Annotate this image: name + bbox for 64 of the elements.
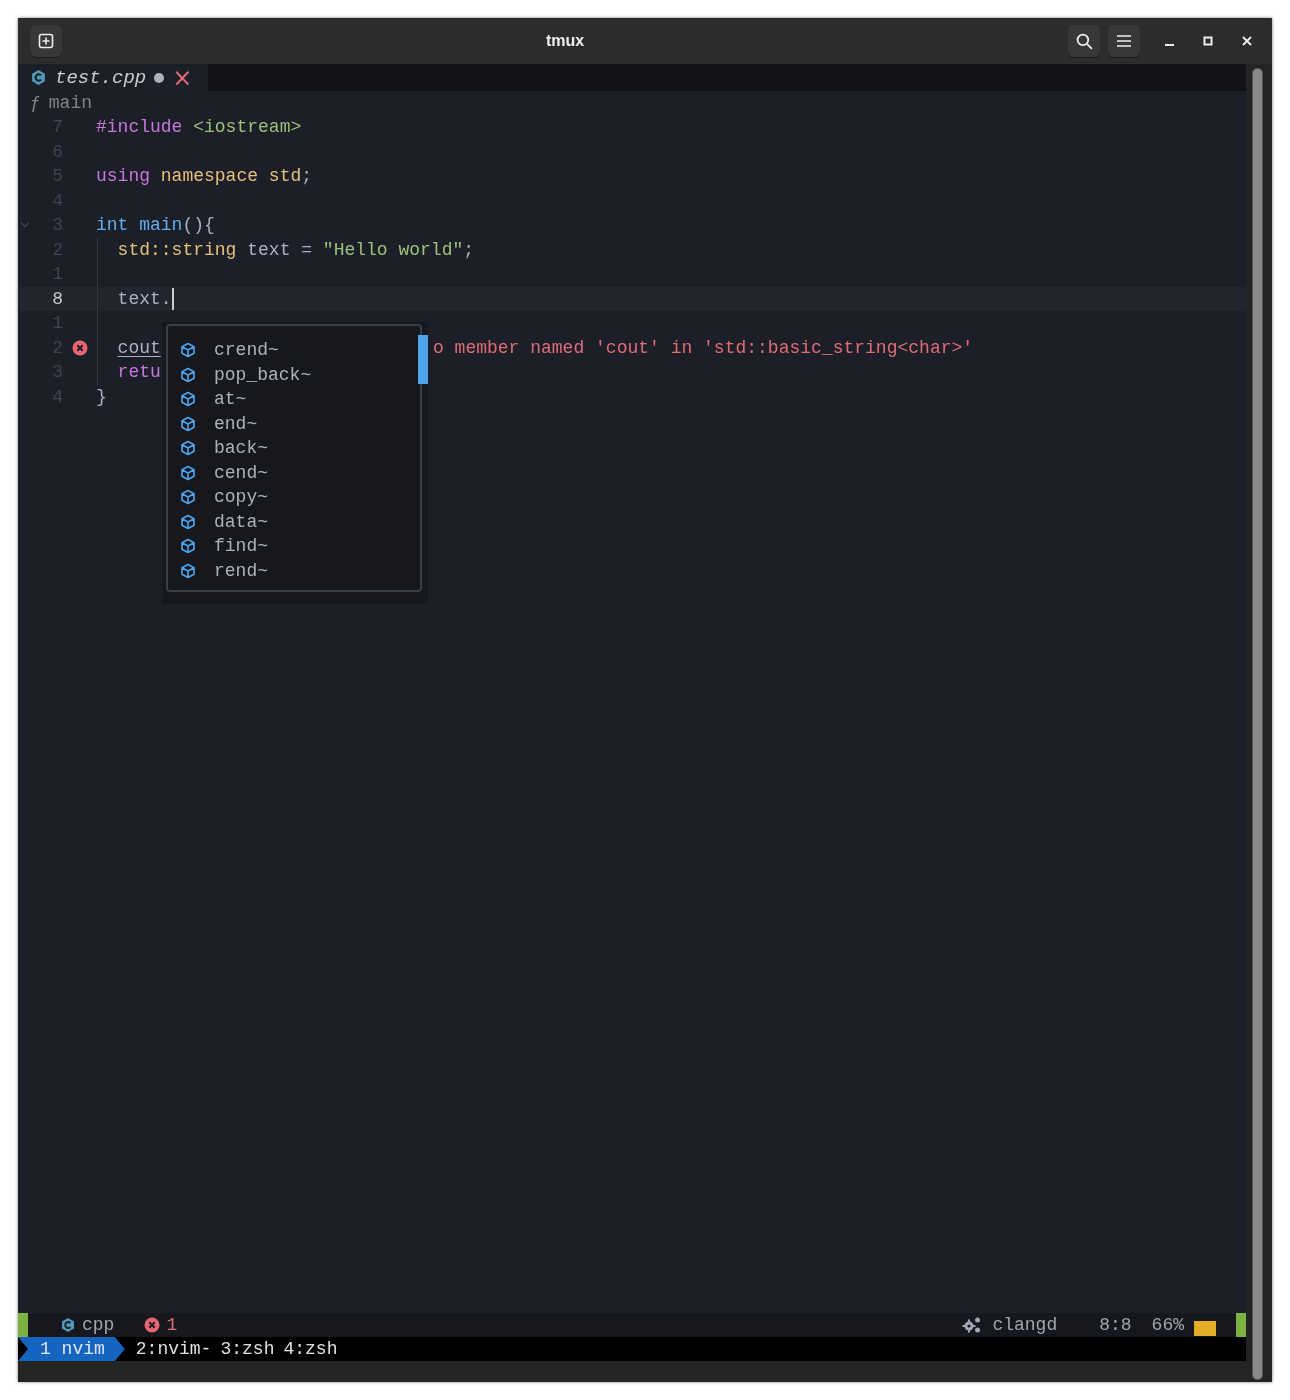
code-line: std::string text = "Hello world"; bbox=[117, 239, 475, 260]
error-icon bbox=[144, 1317, 161, 1333]
cube-icon bbox=[180, 342, 196, 359]
cube-icon bbox=[180, 440, 196, 457]
code-line: cout bbox=[117, 337, 161, 358]
diagnostic-message: o member named 'cout' in 'std::basic_string<char>' bbox=[433, 337, 974, 358]
cube-icon bbox=[180, 391, 196, 408]
cube-icon bbox=[180, 366, 196, 383]
completion-item[interactable]: pop_back~ bbox=[214, 364, 312, 385]
filetype-label: cpp bbox=[82, 1315, 115, 1335]
editor-tab[interactable]: test.cpp × bbox=[18, 64, 209, 91]
cube-icon bbox=[180, 489, 196, 506]
cube-icon bbox=[180, 562, 196, 579]
minimize-icon bbox=[1164, 44, 1174, 46]
text-cursor bbox=[171, 287, 174, 310]
completion-item[interactable]: rend~ bbox=[214, 560, 268, 581]
code-line: int main(){ bbox=[96, 215, 215, 236]
cube-icon bbox=[180, 415, 196, 432]
menu-icon bbox=[1116, 34, 1132, 48]
completion-item[interactable]: data~ bbox=[214, 511, 268, 532]
code-line: retu bbox=[117, 362, 161, 383]
plus-square-icon bbox=[38, 33, 54, 49]
scroll-indicator bbox=[1194, 1320, 1216, 1336]
completion-item[interactable]: end~ bbox=[214, 413, 258, 434]
search-icon bbox=[1075, 32, 1093, 50]
scrollbar-thumb[interactable] bbox=[418, 335, 428, 384]
mode-indicator bbox=[1236, 1313, 1246, 1337]
breadcrumb-function: main bbox=[48, 93, 93, 113]
new-tab-button[interactable] bbox=[30, 25, 62, 57]
cube-icon bbox=[180, 464, 196, 481]
completion-item[interactable]: cend~ bbox=[214, 462, 268, 483]
code-line: } bbox=[96, 386, 107, 407]
line-number: 8 bbox=[51, 288, 63, 309]
gears-icon bbox=[962, 1316, 983, 1334]
c-language-icon bbox=[30, 69, 47, 86]
error-count: 1 bbox=[166, 1315, 178, 1335]
cursor-position: 8:8 bbox=[1099, 1315, 1132, 1335]
code-line: using namespace std; bbox=[96, 166, 313, 187]
code-line: text. bbox=[117, 288, 172, 309]
completion-item[interactable]: crend~ bbox=[214, 340, 279, 361]
completion-item[interactable]: find~ bbox=[214, 536, 268, 557]
lsp-name: clangd bbox=[992, 1315, 1058, 1335]
search-button[interactable] bbox=[1068, 25, 1100, 57]
code-line: #include <iostream> bbox=[96, 117, 302, 138]
tmux-window-tab[interactable]: 2:nvim- bbox=[135, 1339, 212, 1359]
cube-icon bbox=[180, 538, 196, 555]
tmux-window-tab[interactable]: 1 nvim bbox=[18, 1337, 125, 1361]
tmux-window-tab[interactable]: 3:zsh bbox=[220, 1339, 275, 1359]
scrollbar-thumb[interactable] bbox=[1252, 68, 1263, 1380]
close-icon bbox=[1242, 36, 1252, 46]
completion-item[interactable]: at~ bbox=[214, 389, 247, 410]
menu-button[interactable] bbox=[1108, 25, 1140, 57]
close-tab-button[interactable]: × bbox=[172, 65, 193, 90]
window-title: tmux bbox=[544, 32, 586, 50]
mode-indicator bbox=[18, 1313, 28, 1337]
function-symbol: ƒ bbox=[30, 93, 41, 113]
completion-item[interactable]: copy~ bbox=[214, 487, 268, 508]
cube-icon bbox=[180, 513, 196, 530]
scroll-percent: 66% bbox=[1151, 1315, 1184, 1335]
completion-item[interactable]: back~ bbox=[214, 438, 268, 459]
error-icon bbox=[71, 339, 88, 356]
tmux-window-tab[interactable]: 4:zsh bbox=[283, 1339, 338, 1359]
c-language-icon bbox=[60, 1317, 76, 1333]
maximize-icon bbox=[1203, 36, 1213, 46]
